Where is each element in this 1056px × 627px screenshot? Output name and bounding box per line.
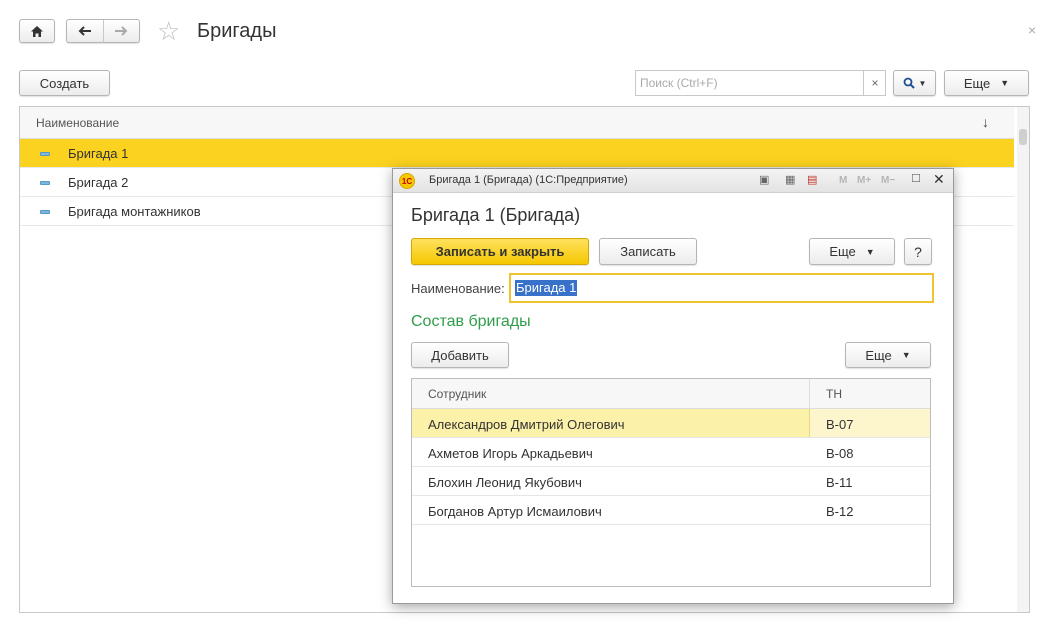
window-titlebar[interactable]: 1С Бригада 1 (Бригада) (1С:Предприятие) … bbox=[393, 169, 953, 193]
calculator-icon[interactable]: ▦ bbox=[785, 173, 795, 186]
add-button[interactable]: Добавить bbox=[411, 342, 509, 368]
list-header: Наименование ↓ bbox=[20, 107, 1014, 139]
create-button[interactable]: Создать bbox=[19, 70, 110, 96]
more-button[interactable]: Еще ▼ bbox=[944, 70, 1029, 96]
more-button[interactable]: Еще ▼ bbox=[809, 238, 895, 265]
tn-cell: В-08 bbox=[826, 446, 854, 461]
forward-button[interactable] bbox=[103, 20, 139, 42]
tn-cell: В-12 bbox=[826, 504, 854, 519]
save-and-close-button[interactable]: Записать и закрыть bbox=[411, 238, 589, 265]
column-header-name[interactable]: Наименование bbox=[36, 116, 119, 130]
name-field-label: Наименование: bbox=[411, 281, 505, 296]
list-item-name: Бригада 1 bbox=[68, 146, 129, 161]
chevron-down-icon: ▼ bbox=[901, 350, 911, 360]
tn-cell: В-11 bbox=[826, 475, 853, 490]
bookmark-icon[interactable]: ▣ bbox=[759, 173, 769, 186]
search-box: × bbox=[635, 70, 886, 96]
item-marker-icon bbox=[40, 152, 50, 156]
list-item-name: Бригада 2 bbox=[68, 175, 129, 190]
home-button[interactable] bbox=[19, 19, 55, 43]
arrow-right-icon bbox=[115, 26, 128, 36]
name-field[interactable] bbox=[509, 273, 934, 303]
close-icon[interactable]: × bbox=[1028, 22, 1036, 38]
chevron-down-icon: ▼ bbox=[865, 246, 875, 257]
employee-cell: Александров Дмитрий Олегович bbox=[428, 417, 625, 432]
section-title: Состав бригады bbox=[411, 313, 531, 330]
sort-arrow-icon: ↓ bbox=[982, 114, 989, 130]
memory-minus-icon[interactable]: M− bbox=[881, 175, 895, 186]
column-header-tn[interactable]: ТН bbox=[826, 387, 842, 401]
window-title: Бригада 1 (Бригада) (1С:Предприятие) bbox=[429, 174, 628, 186]
list-item-name: Бригада монтажников bbox=[68, 204, 201, 219]
maximize-icon[interactable]: ☐ bbox=[911, 172, 921, 185]
employee-cell: Ахметов Игорь Аркадьевич bbox=[428, 446, 593, 461]
table-row[interactable]: Блохин Леонид Якубович В-11 bbox=[412, 467, 930, 496]
search-button[interactable]: ▼ bbox=[893, 70, 936, 96]
tn-cell: В-07 bbox=[826, 417, 854, 432]
table-row[interactable]: Александров Дмитрий Олегович В-07 bbox=[412, 409, 930, 438]
chevron-down-icon: ▼ bbox=[1000, 78, 1010, 88]
search-clear-button[interactable]: × bbox=[863, 71, 886, 95]
page-title: Бригады bbox=[197, 20, 277, 42]
more-label: Еще bbox=[865, 347, 892, 363]
members-table: Сотрудник ТН Александров Дмитрий Олегови… bbox=[411, 378, 931, 587]
help-button[interactable]: ? bbox=[904, 238, 932, 265]
more-label: Еще bbox=[829, 244, 856, 259]
arrow-left-icon bbox=[78, 26, 91, 36]
table-header: Сотрудник ТН bbox=[412, 379, 930, 409]
list-item[interactable]: Бригада 1 bbox=[20, 139, 1014, 168]
table-row[interactable]: Ахметов Игорь Аркадьевич В-08 bbox=[412, 438, 930, 467]
search-input[interactable] bbox=[636, 71, 862, 95]
chevron-down-icon: ▼ bbox=[918, 78, 927, 88]
memory-plus-icon[interactable]: M+ bbox=[857, 175, 871, 186]
item-marker-icon bbox=[40, 210, 50, 214]
employee-cell: Блохин Леонид Якубович bbox=[428, 475, 582, 490]
close-icon[interactable]: ✕ bbox=[933, 171, 945, 188]
history-nav bbox=[66, 19, 140, 43]
table-row[interactable]: Богданов Артур Исмаилович В-12 bbox=[412, 496, 930, 525]
item-marker-icon bbox=[40, 181, 50, 185]
column-header-employee[interactable]: Сотрудник bbox=[428, 387, 486, 401]
scrollbar[interactable] bbox=[1017, 107, 1029, 612]
memory-m-icon[interactable]: M bbox=[839, 175, 847, 186]
more-label: Еще bbox=[963, 75, 991, 91]
app-logo-icon: 1С bbox=[399, 173, 415, 189]
employee-cell: Богданов Артур Исмаилович bbox=[428, 504, 602, 519]
scrollbar-thumb[interactable] bbox=[1019, 129, 1027, 145]
search-icon bbox=[903, 77, 915, 89]
table-more-button[interactable]: Еще ▼ bbox=[845, 342, 931, 368]
save-button[interactable]: Записать bbox=[599, 238, 697, 265]
home-icon bbox=[31, 25, 43, 37]
form-title: Бригада 1 (Бригада) bbox=[411, 205, 581, 225]
calendar-icon[interactable]: ▤ bbox=[807, 173, 817, 186]
back-button[interactable] bbox=[67, 20, 103, 42]
brigade-form-window: 1С Бригада 1 (Бригада) (1С:Предприятие) … bbox=[392, 168, 954, 604]
star-icon[interactable]: ☆ bbox=[157, 17, 180, 45]
